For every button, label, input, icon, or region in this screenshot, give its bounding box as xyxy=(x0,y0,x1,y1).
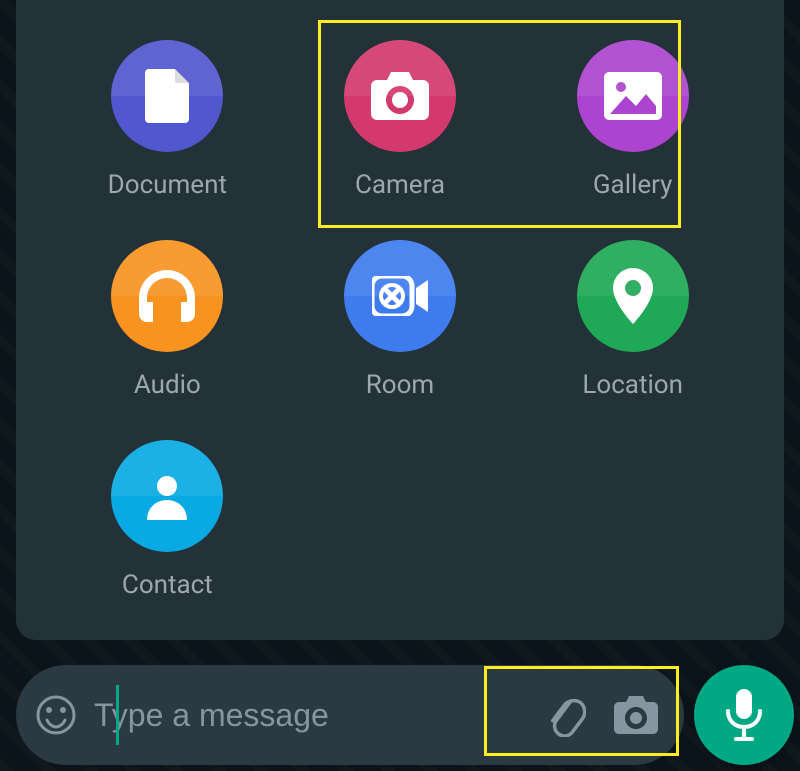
attachment-label: Camera xyxy=(355,170,445,200)
attachment-label: Location xyxy=(582,370,683,400)
camera-icon xyxy=(371,72,429,120)
attachment-label: Room xyxy=(366,370,434,400)
headphones-icon xyxy=(139,270,195,322)
gallery-icon-circle xyxy=(577,40,689,152)
attachment-option-contact[interactable]: Contact xyxy=(56,440,279,620)
emoji-button[interactable] xyxy=(36,695,76,735)
attachment-option-gallery[interactable]: Gallery xyxy=(521,40,744,220)
paperclip-icon xyxy=(542,693,586,737)
message-input[interactable] xyxy=(94,697,542,734)
image-icon xyxy=(604,72,662,120)
location-icon-circle xyxy=(577,240,689,352)
attachment-option-camera[interactable]: Camera xyxy=(289,40,512,220)
attachment-panel: Document Camera Gallery xyxy=(16,0,784,640)
person-icon xyxy=(143,472,191,520)
document-icon xyxy=(143,69,191,123)
attachment-label: Contact xyxy=(122,570,213,600)
room-icon-circle xyxy=(344,240,456,352)
document-icon-circle xyxy=(111,40,223,152)
attachment-option-room[interactable]: Room xyxy=(289,240,512,420)
camera-icon xyxy=(614,696,658,734)
attachment-label: Gallery xyxy=(593,170,673,200)
attachment-option-document[interactable]: Document xyxy=(56,40,279,220)
text-cursor xyxy=(116,685,119,745)
message-input-bar xyxy=(16,665,684,765)
camera-input-button[interactable] xyxy=(614,696,658,734)
attachment-label: Document xyxy=(108,170,227,200)
audio-icon-circle xyxy=(111,240,223,352)
voice-message-button[interactable] xyxy=(694,665,794,765)
camera-icon-circle xyxy=(344,40,456,152)
attachment-option-location[interactable]: Location xyxy=(521,240,744,420)
microphone-icon xyxy=(724,689,764,741)
attachment-label: Audio xyxy=(134,370,201,400)
attachment-grid: Document Camera Gallery xyxy=(56,40,744,620)
emoji-icon xyxy=(36,695,76,735)
location-pin-icon xyxy=(613,268,653,324)
attach-button[interactable] xyxy=(542,693,586,737)
video-room-icon xyxy=(372,276,428,316)
contact-icon-circle xyxy=(111,440,223,552)
attachment-option-audio[interactable]: Audio xyxy=(56,240,279,420)
